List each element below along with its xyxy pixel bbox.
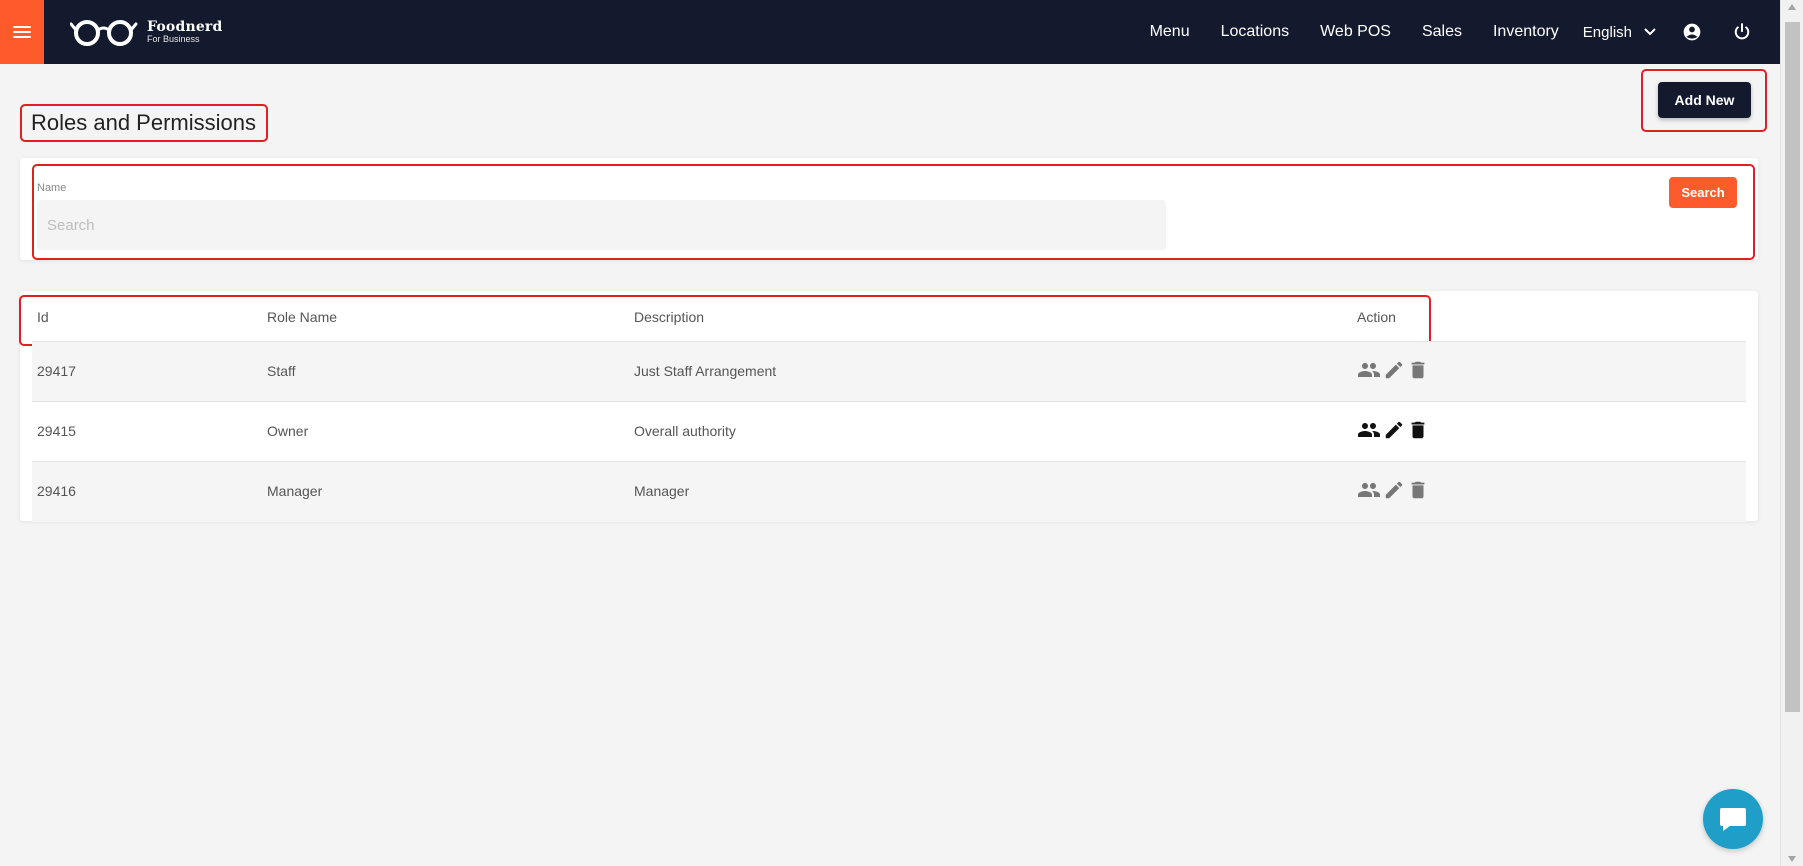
column-header-role-name[interactable]: Role Name <box>267 309 337 325</box>
pencil-icon <box>1385 481 1403 499</box>
permissions-button[interactable] <box>1357 358 1381 382</box>
page-scrollbar[interactable] <box>1780 0 1803 866</box>
cell-role-name: Staff <box>267 363 296 379</box>
chat-bubble-icon <box>1720 808 1746 831</box>
hamburger-menu-button[interactable] <box>0 0 44 64</box>
edit-button[interactable] <box>1383 419 1405 441</box>
chevron-down-icon <box>1644 28 1656 36</box>
people-icon <box>1358 423 1380 437</box>
nav-link-locations[interactable]: Locations <box>1221 23 1290 41</box>
permissions-button[interactable] <box>1357 418 1381 442</box>
cell-description: Overall authority <box>634 423 736 439</box>
brand-logo[interactable]: Foodnerd For Business <box>70 18 223 46</box>
language-label: English <box>1582 23 1632 41</box>
delete-button[interactable] <box>1407 359 1429 381</box>
nav-link-menu[interactable]: Menu <box>1150 23 1190 41</box>
row-actions <box>1357 418 1431 442</box>
edit-button[interactable] <box>1383 479 1405 501</box>
cell-description: Just Staff Arrangement <box>634 363 777 379</box>
column-header-action: Action <box>1357 309 1396 325</box>
search-input[interactable] <box>37 200 1166 250</box>
brand-name: Foodnerd <box>147 19 223 35</box>
nav-link-sales[interactable]: Sales <box>1422 23 1462 41</box>
account-button[interactable] <box>1682 22 1702 42</box>
row-actions <box>1357 358 1431 382</box>
brand-tagline: For Business <box>147 34 200 44</box>
page-title: Roles and Permissions <box>31 110 256 135</box>
glasses-logo-icon <box>70 20 138 46</box>
top-navbar: Foodnerd For Business Menu Locations Web… <box>0 0 1780 64</box>
name-field-label: Name <box>37 182 67 194</box>
nav-link-inventory[interactable]: Inventory <box>1493 23 1559 41</box>
logout-button[interactable] <box>1732 22 1752 42</box>
pencil-icon <box>1385 361 1403 379</box>
scroll-down-arrow-icon[interactable] <box>1788 856 1796 862</box>
search-button[interactable]: Search <box>1669 177 1737 208</box>
cell-role-name: Manager <box>267 483 323 499</box>
power-icon <box>1734 23 1750 40</box>
add-new-button[interactable]: Add New <box>1658 82 1751 118</box>
cell-role-name: Owner <box>267 423 309 439</box>
cell-description: Manager <box>634 483 690 499</box>
account-circle-icon <box>1683 23 1701 41</box>
cell-id: 29417 <box>37 363 76 379</box>
people-icon <box>1358 483 1380 497</box>
cell-id: 29415 <box>37 423 76 439</box>
chat-launcher-button[interactable] <box>1703 789 1763 849</box>
trash-icon <box>1411 421 1425 439</box>
permissions-button[interactable] <box>1357 478 1381 502</box>
language-selector[interactable]: English <box>1583 24 1656 41</box>
table-row: 29415 Owner Overall authority <box>32 402 1746 462</box>
column-header-description[interactable]: Description <box>634 309 704 325</box>
scrollbar-thumb[interactable] <box>1785 22 1800 712</box>
column-header-id[interactable]: Id <box>37 309 49 325</box>
scroll-up-arrow-icon[interactable] <box>1788 4 1796 10</box>
table-row: 29417 Staff Just Staff Arrangement <box>32 342 1746 402</box>
people-icon <box>1358 363 1380 377</box>
hamburger-icon <box>13 26 31 38</box>
delete-button[interactable] <box>1407 419 1429 441</box>
trash-icon <box>1411 361 1425 379</box>
pencil-icon <box>1385 421 1403 439</box>
trash-icon <box>1411 481 1425 499</box>
cell-id: 29416 <box>37 483 76 499</box>
table-row: 29416 Manager Manager <box>32 462 1746 522</box>
row-actions <box>1357 478 1431 502</box>
nav-link-web-pos[interactable]: Web POS <box>1320 23 1391 41</box>
edit-button[interactable] <box>1383 359 1405 381</box>
delete-button[interactable] <box>1407 479 1429 501</box>
